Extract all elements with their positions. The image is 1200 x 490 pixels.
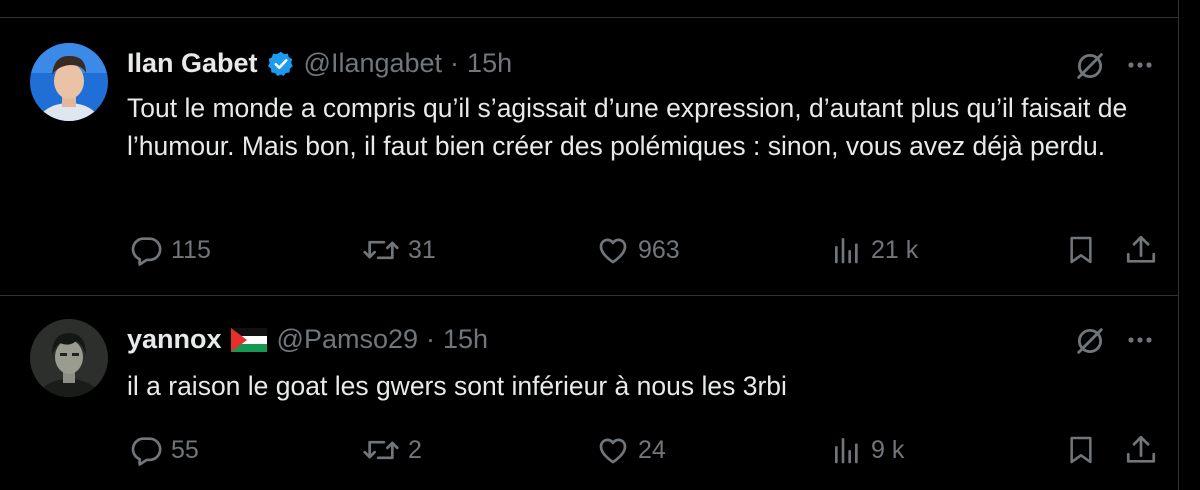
views-icon: [831, 233, 863, 267]
retweet-count: 2: [408, 435, 422, 464]
views-button[interactable]: 21 k: [831, 233, 918, 267]
like-icon: [596, 433, 630, 467]
verified-badge-icon: [267, 50, 295, 78]
views-icon: [831, 433, 863, 467]
retweet-button[interactable]: 2: [362, 433, 422, 467]
like-icon: [596, 233, 630, 267]
retweet-count: 31: [408, 235, 436, 264]
display-name[interactable]: yannox: [127, 324, 222, 355]
reply-count: 115: [171, 235, 211, 264]
reply-button[interactable]: 115: [129, 233, 211, 267]
display-name[interactable]: Ilan Gabet: [127, 48, 258, 79]
share-icon[interactable]: [1124, 433, 1158, 467]
timeline-right-border: [1178, 0, 1179, 490]
separator-dot: ·: [426, 324, 436, 354]
reply-icon: [129, 233, 163, 267]
timestamp[interactable]: 15h: [443, 324, 488, 355]
views-count: 21 k: [871, 235, 919, 264]
separator-dot: ·: [450, 48, 460, 78]
tweet-header: Ilan Gabet @Ilangabet · 15h: [127, 48, 512, 79]
bookmark-icon[interactable]: [1065, 233, 1097, 267]
avatar[interactable]: [30, 43, 108, 121]
like-count: 963: [638, 235, 680, 264]
tweet-text: Tout le monde a compris qu’il s’agissait…: [127, 93, 1128, 161]
like-button[interactable]: 963: [596, 233, 680, 267]
tweet-header: yannox @Pamso29 · 15h: [127, 324, 488, 355]
timestamp[interactable]: 15h: [467, 48, 512, 79]
tweet-1[interactable]: Ilan Gabet @Ilangabet · 15h Tout le mond…: [0, 18, 1178, 295]
more-icon[interactable]: [1124, 330, 1156, 350]
retweet-icon: [362, 233, 400, 267]
tweet-text: il a raison le goat les gwers sont infér…: [127, 371, 787, 401]
more-icon[interactable]: [1124, 55, 1156, 75]
reply-icon: [129, 433, 163, 467]
like-button[interactable]: 24: [596, 433, 666, 467]
retweet-button[interactable]: 31: [362, 233, 436, 267]
grok-icon[interactable]: [1073, 49, 1107, 83]
palestine-flag-icon: [230, 327, 267, 352]
grok-icon[interactable]: [1073, 324, 1107, 358]
avatar[interactable]: [30, 319, 108, 397]
bookmark-icon[interactable]: [1065, 433, 1097, 467]
like-count: 24: [638, 435, 666, 464]
handle[interactable]: @Pamso29: [277, 324, 418, 355]
views-button[interactable]: 9 k: [831, 433, 904, 467]
reply-count: 55: [171, 435, 199, 464]
tweet-2[interactable]: yannox @Pamso29 · 15h il a raison le goa…: [0, 296, 1178, 490]
handle[interactable]: @Ilangabet: [304, 48, 443, 79]
share-icon[interactable]: [1124, 233, 1158, 267]
views-count: 9 k: [871, 435, 905, 464]
reply-button[interactable]: 55: [129, 433, 199, 467]
retweet-icon: [362, 433, 400, 467]
